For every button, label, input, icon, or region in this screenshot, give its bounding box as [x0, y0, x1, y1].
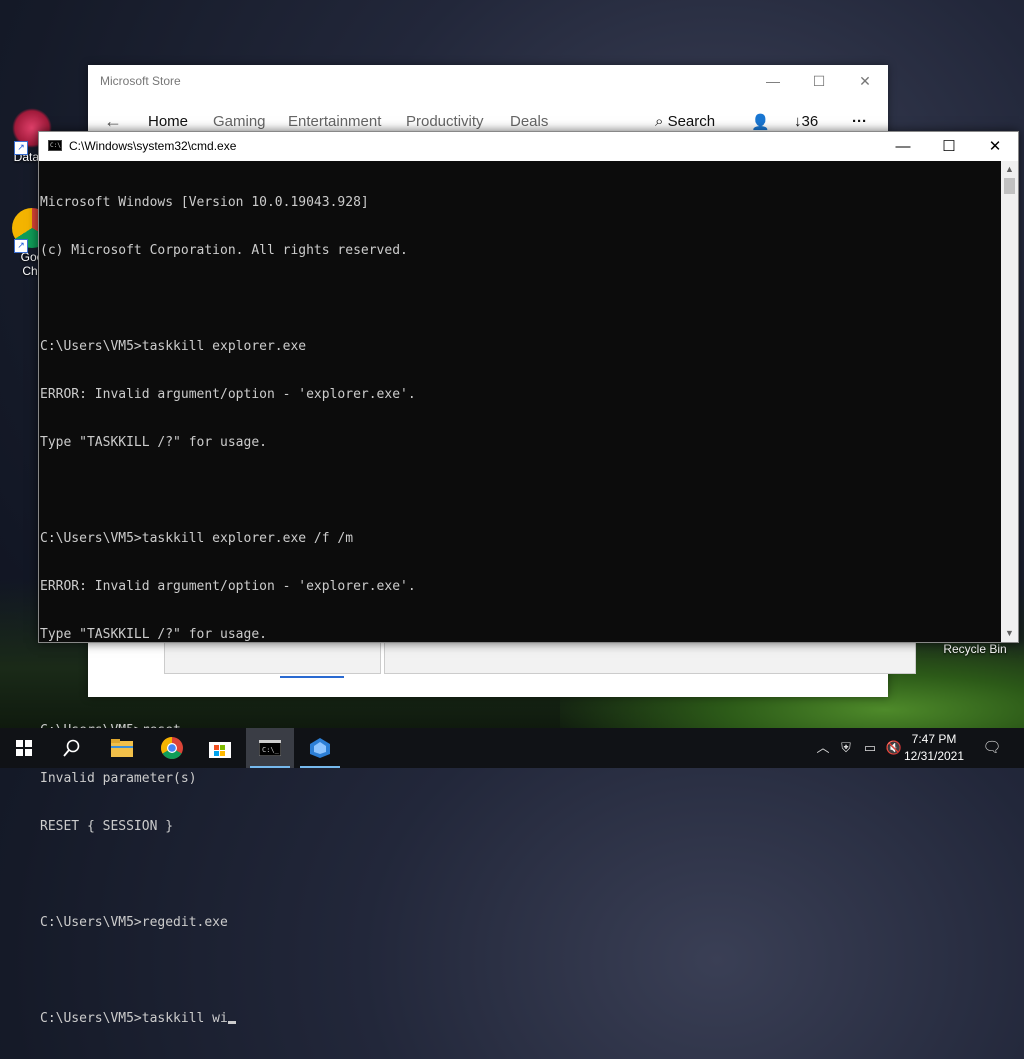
file-explorer-button[interactable]: [98, 728, 146, 768]
console-line: C:\Users\VM5>taskkill explorer.exe: [40, 339, 307, 354]
shortcut-arrow-icon: ↗: [14, 141, 28, 155]
downloads-count: 36: [801, 113, 819, 130]
cmd-title: C:\Windows\system32\cmd.exe: [69, 139, 237, 153]
console-prompt-text: C:\Users\VM5>taskkill wi: [40, 1011, 228, 1026]
chrome-button[interactable]: [148, 728, 196, 768]
download-icon: ↓: [794, 113, 802, 130]
search-icon: [63, 739, 80, 757]
app-taskbar-button[interactable]: [296, 728, 344, 768]
scroll-thumb[interactable]: [1004, 178, 1015, 194]
cmd-maximize-button[interactable]: ☐: [926, 132, 972, 161]
clock-time: 7:47 PM: [911, 732, 957, 746]
search-label: Search: [667, 113, 716, 130]
nav-gaming[interactable]: Gaming: [213, 113, 266, 130]
console-input-line[interactable]: C:\Users\VM5>taskkill wi: [40, 1011, 1001, 1027]
store-close-button[interactable]: ✕: [842, 69, 888, 93]
search-icon: ⌕: [655, 113, 664, 130]
console-line: Type "TASKKILL /?" for usage.: [40, 435, 267, 450]
cmd-window[interactable]: C:\ C:\Windows\system32\cmd.exe — ☐ ✕ Mi…: [38, 131, 1019, 1026]
nav-productivity[interactable]: Productivity: [406, 113, 484, 130]
nav-deals[interactable]: Deals: [510, 113, 548, 130]
store-maximize-button[interactable]: ☐: [796, 69, 842, 93]
console-line: C:\Users\VM5>taskkill explorer.exe /f /m: [40, 531, 354, 546]
nav-entertainment[interactable]: Entertainment: [288, 113, 381, 130]
start-button[interactable]: [0, 728, 48, 768]
taskbar: C:\_ ︿ ⛨ ▭ 🔇 7:47 PM 12/31/2021 🗨: [0, 728, 1024, 768]
nav-home[interactable]: Home: [148, 113, 188, 130]
more-options-button[interactable]: ···: [852, 113, 867, 130]
scroll-up-arrow-icon[interactable]: ▲: [1001, 161, 1018, 178]
svg-text:C:\_: C:\_: [262, 746, 280, 754]
console-line: Invalid parameter(s): [40, 771, 197, 786]
console-scrollbar[interactable]: ▲ ▼: [1001, 161, 1018, 642]
console-line: Type "TASKKILL /?" for usage.: [40, 627, 267, 642]
cmd-app-icon: C:\: [48, 140, 62, 151]
start-icon: [16, 740, 32, 756]
cmd-icon: C:\_: [259, 740, 281, 756]
taskbar-search-button[interactable]: [48, 728, 96, 768]
account-icon[interactable]: 👤: [751, 113, 770, 131]
store-icon: [209, 742, 231, 758]
store-title: Microsoft Store: [100, 74, 181, 88]
console-line: RESET { SESSION }: [40, 819, 174, 834]
downloads-button[interactable]: ↓36: [794, 113, 818, 130]
clock[interactable]: 7:47 PM 12/31/2021: [899, 731, 969, 765]
network-icon[interactable]: ▭: [860, 738, 880, 758]
cmd-titlebar[interactable]: C:\ C:\Windows\system32\cmd.exe — ☐ ✕: [39, 132, 1018, 161]
console-line: (c) Microsoft Corporation. All rights re…: [40, 243, 408, 258]
scroll-down-arrow-icon[interactable]: ▼: [1001, 625, 1018, 642]
shortcut-arrow-icon: ↗: [14, 239, 28, 253]
cmd-minimize-button[interactable]: —: [880, 132, 926, 161]
console-line: ERROR: Invalid argument/option - 'explor…: [40, 387, 416, 402]
security-icon[interactable]: ⛨: [836, 738, 856, 758]
store-minimize-button[interactable]: —: [750, 69, 796, 93]
store-button[interactable]: [196, 728, 244, 768]
console-output[interactable]: Microsoft Windows [Version 10.0.19043.92…: [39, 161, 1001, 1026]
console-line: ERROR: Invalid argument/option - 'explor…: [40, 579, 416, 594]
clock-date: 12/31/2021: [903, 749, 965, 763]
cmd-close-button[interactable]: ✕: [972, 132, 1018, 161]
cmd-taskbar-button[interactable]: C:\_: [246, 728, 294, 768]
search-button[interactable]: ⌕ Search: [655, 113, 715, 130]
back-arrow-icon[interactable]: ←: [104, 111, 122, 132]
notifications-icon[interactable]: 🗨: [982, 738, 1002, 758]
console-line: C:\Users\VM5>regedit.exe: [40, 915, 228, 930]
console-line: Microsoft Windows [Version 10.0.19043.92…: [40, 195, 369, 210]
file-explorer-icon: [111, 739, 133, 757]
chrome-icon: [161, 737, 183, 759]
text-cursor: [227, 1021, 236, 1024]
chevron-up-icon[interactable]: ︿: [813, 738, 833, 758]
app-icon: [310, 738, 330, 758]
